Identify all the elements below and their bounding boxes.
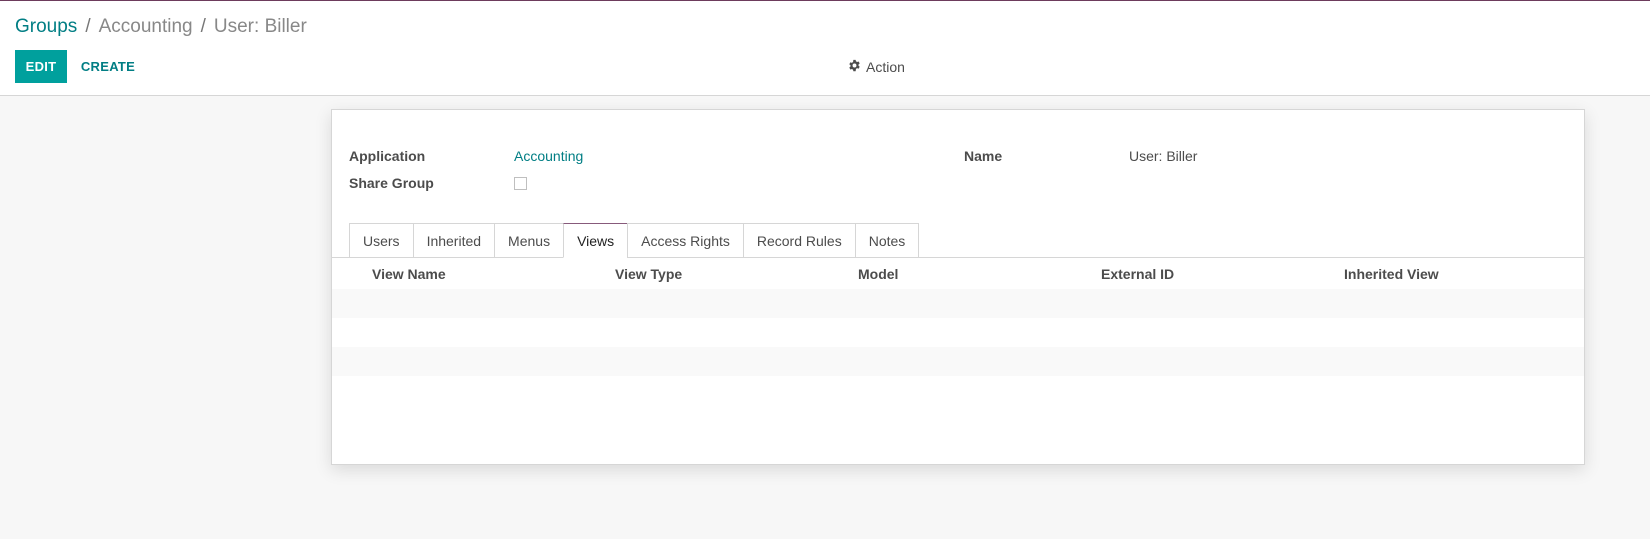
column-inherited-view[interactable]: Inherited View — [1344, 266, 1439, 282]
table-row-empty — [332, 376, 1584, 405]
tab-notes[interactable]: Notes — [854, 223, 920, 258]
notebook-tabs: Users Inherited Menus Views Access Right… — [349, 223, 920, 258]
tab-views[interactable]: Views — [563, 223, 628, 258]
breadcrumb-separator: / — [200, 16, 206, 37]
tab-menus[interactable]: Menus — [494, 223, 564, 258]
gear-icon — [848, 59, 861, 75]
table-row-empty — [332, 289, 1584, 318]
tab-record-rules[interactable]: Record Rules — [742, 223, 855, 258]
column-view-name[interactable]: View Name — [372, 266, 446, 282]
tab-access-rights[interactable]: Access Rights — [627, 223, 743, 258]
action-label: Action — [866, 59, 905, 75]
action-dropdown[interactable]: Action — [848, 56, 905, 78]
breadcrumb-groups[interactable]: Groups — [15, 16, 77, 37]
share-group-checkbox[interactable] — [514, 177, 527, 190]
application-label: Application — [349, 148, 426, 164]
table-row-empty — [332, 318, 1584, 347]
tab-users[interactable]: Users — [349, 223, 413, 258]
breadcrumb-separator: / — [85, 16, 91, 37]
control-panel: Groups / Accounting / User: Biller EDIT CREA… — [0, 1, 1650, 96]
column-view-type[interactable]: View Type — [615, 266, 682, 282]
form-sheet: Application Accounting Share Group Name … — [331, 109, 1585, 465]
tab-inherited[interactable]: Inherited — [412, 223, 495, 258]
name-label: Name — [964, 148, 1003, 164]
edit-button[interactable]: EDIT — [15, 50, 67, 83]
breadcrumb: Groups / Accounting / User: Biller — [15, 15, 307, 39]
views-table-header: View Name View Type Model External ID In… — [332, 258, 1584, 289]
column-external-id[interactable]: External ID — [1101, 266, 1174, 282]
name-value: User: Biller — [1129, 148, 1198, 164]
breadcrumb-accounting: Accounting — [98, 16, 193, 37]
column-model[interactable]: Model — [858, 266, 898, 282]
breadcrumb-current: User: Biller — [213, 16, 307, 37]
share-group-label: Share Group — [349, 175, 434, 191]
create-button[interactable]: CREATE — [73, 50, 143, 83]
table-row-empty — [332, 347, 1584, 376]
application-value-link[interactable]: Accounting — [514, 148, 583, 164]
